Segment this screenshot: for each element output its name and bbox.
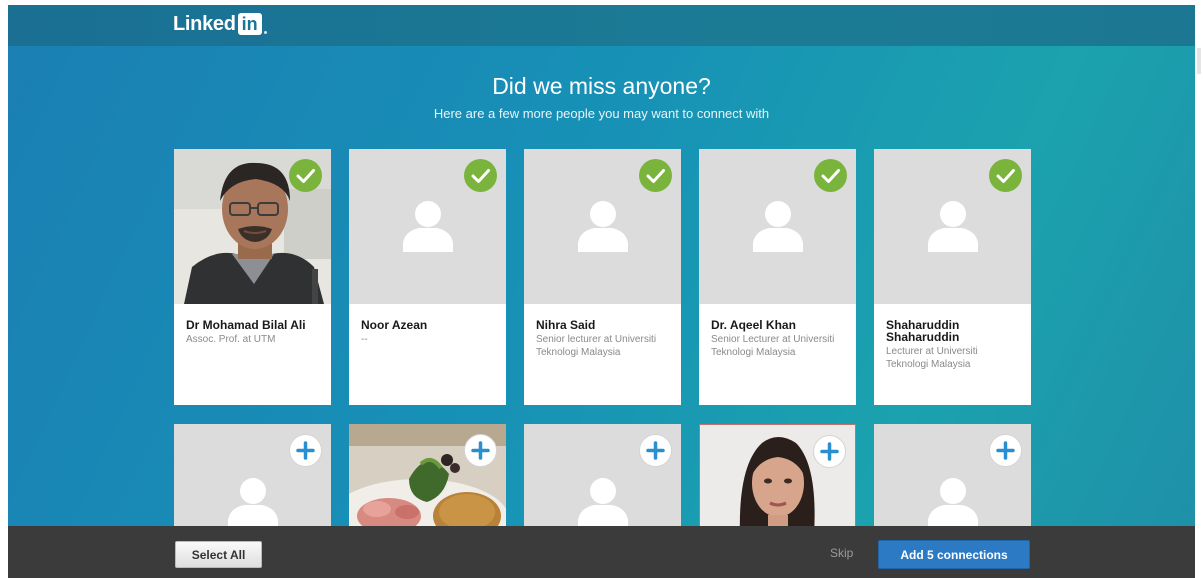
suggestion-card[interactable]: Noor Azean -- [349, 149, 506, 405]
person-name[interactable]: Nihra Said [536, 319, 671, 331]
top-bar: Linked in [8, 5, 1195, 46]
logo-dot [263, 30, 267, 34]
person-silhouette-icon [751, 199, 805, 252]
suggestion-card[interactable] [699, 424, 856, 534]
add-connection-badge[interactable] [989, 434, 1022, 467]
page: Linked in Did we miss anyone? Here are a … [0, 0, 1203, 578]
plus-icon [996, 441, 1015, 460]
page-title: Did we miss anyone? [492, 73, 711, 99]
plus-icon [646, 441, 665, 460]
check-icon [996, 169, 1015, 183]
person-headline: Lecturer at Universiti Teknologi Malaysi… [886, 346, 978, 370]
check-icon [471, 169, 490, 183]
selected-check-badge[interactable] [989, 159, 1022, 192]
suggestion-card[interactable] [524, 424, 681, 534]
page-subtitle: Here are a few more people you may want … [433, 106, 770, 121]
select-all-button[interactable]: Select All [175, 541, 262, 568]
check-icon [821, 169, 840, 183]
person-name[interactable]: Noor Azean [361, 319, 496, 331]
check-icon [296, 169, 315, 183]
selected-check-badge[interactable] [289, 159, 322, 192]
person-headline: Senior Lecturer at Universiti Teknologi … [711, 334, 835, 358]
person-name[interactable]: Dr. Aqeel Khan [711, 319, 846, 331]
card-info: Shaharuddin Shaharuddin Lecturer at Univ… [886, 319, 1021, 371]
suggestion-card[interactable] [874, 424, 1031, 534]
person-headline: -- [361, 334, 368, 345]
connect-dialog: Linked in Did we miss anyone? Here are a … [8, 5, 1195, 578]
add-connections-button[interactable]: Add 5 connections [878, 540, 1030, 569]
person-name[interactable]: Shaharuddin Shaharuddin [886, 319, 1021, 343]
suggestion-card[interactable]: Shaharuddin Shaharuddin Lecturer at Univ… [874, 149, 1031, 405]
add-connection-badge[interactable] [289, 434, 322, 467]
linkedin-logo[interactable]: Linked in [173, 12, 267, 36]
selected-check-badge[interactable] [464, 159, 497, 192]
plus-icon [296, 441, 315, 460]
person-headline: Senior lecturer at Universiti Teknologi … [536, 334, 657, 358]
person-name[interactable]: Dr Mohamad Bilal Ali [186, 319, 321, 331]
plus-icon [820, 442, 839, 461]
selected-check-badge[interactable] [814, 159, 847, 192]
card-info: Dr. Aqeel Khan Senior Lecturer at Univer… [711, 319, 846, 359]
plus-icon [471, 441, 490, 460]
add-connection-badge[interactable] [813, 435, 846, 468]
person-silhouette-icon [401, 199, 455, 252]
logo-word: Linked [173, 12, 236, 35]
card-info: Dr Mohamad Bilal Ali Assoc. Prof. at UTM [186, 319, 321, 346]
person-silhouette-icon [576, 199, 630, 252]
suggestion-card[interactable] [174, 424, 331, 534]
selected-check-badge[interactable] [639, 159, 672, 192]
card-info: Noor Azean -- [361, 319, 496, 346]
person-silhouette-icon [926, 199, 980, 252]
logo-in-box: in [237, 13, 262, 35]
suggestion-card[interactable]: Nihra Said Senior lecturer at Universiti… [524, 149, 681, 405]
suggestion-card[interactable] [349, 424, 506, 534]
suggestion-card[interactable]: Dr Mohamad Bilal Ali Assoc. Prof. at UTM [174, 149, 331, 405]
action-bar: Select All Skip Add 5 connections [8, 526, 1195, 578]
skip-link[interactable]: Skip [830, 545, 853, 561]
add-connection-badge[interactable] [464, 434, 497, 467]
person-headline: Assoc. Prof. at UTM [186, 334, 276, 345]
add-connection-badge[interactable] [639, 434, 672, 467]
card-info: Nihra Said Senior lecturer at Universiti… [536, 319, 671, 359]
suggestion-card[interactable]: Dr. Aqeel Khan Senior Lecturer at Univer… [699, 149, 856, 405]
check-icon [646, 169, 665, 183]
scrollbar-thumb[interactable] [1197, 48, 1201, 74]
